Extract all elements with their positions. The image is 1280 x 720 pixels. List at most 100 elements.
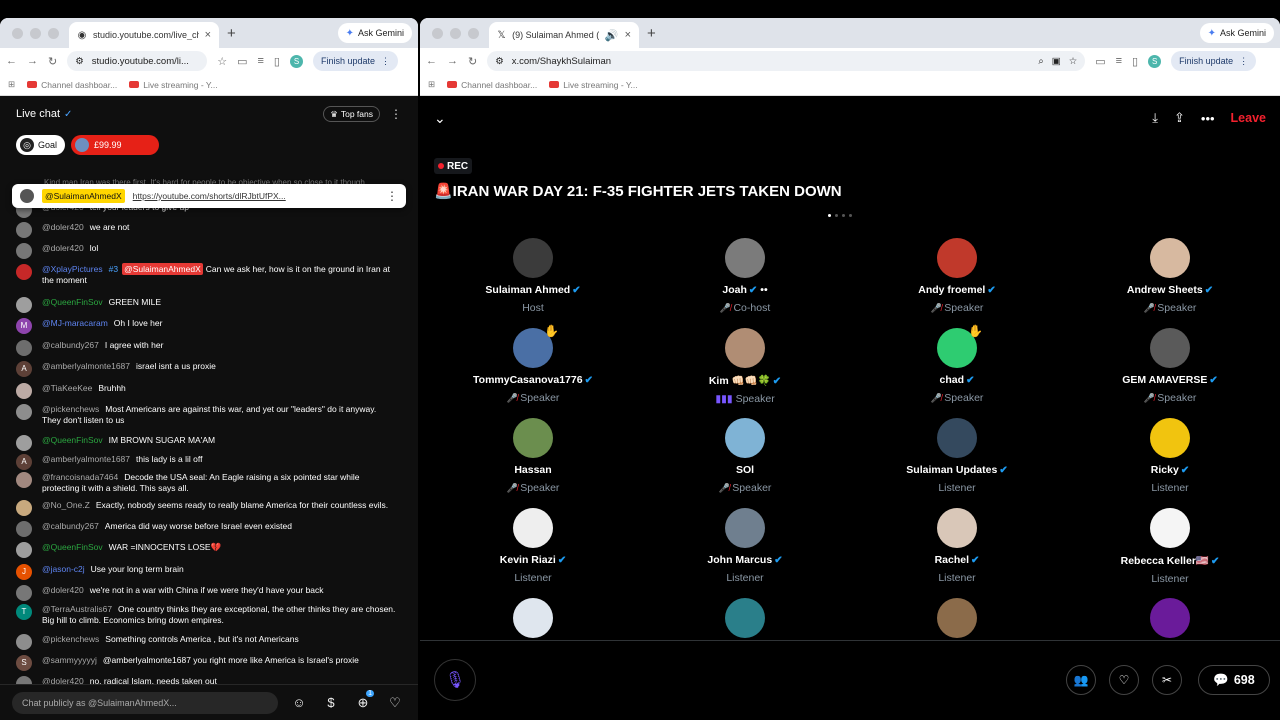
avatar[interactable]	[937, 508, 977, 548]
avatar[interactable]	[16, 243, 32, 259]
chat-message[interactable]: @francoisnada7464 Decode the USA seal: An…	[16, 472, 396, 494]
message-author[interactable]: @pickenchews	[42, 634, 99, 644]
address-bar[interactable]: ⚙ x.com/ShaykhSulaiman ⌕ ▣ ☆	[487, 51, 1086, 71]
chat-message[interactable]: T @TerraAustralis67 One country thinks the…	[16, 604, 396, 626]
chat-message[interactable]: @XplayPictures #3 @SulaimanAhmedX Can we as…	[16, 263, 396, 286]
avatar[interactable]	[725, 598, 765, 638]
chat-message[interactable]: @TiaKeeKee Bruhhh	[16, 383, 396, 399]
participant[interactable]	[1080, 598, 1260, 638]
pinned-link[interactable]: https://youtube.com/shorts/dlRJbtUfPX...	[133, 191, 378, 201]
back-icon[interactable]: ←	[426, 55, 437, 67]
reaction-button[interactable]: ♡	[1109, 665, 1139, 695]
chat-message[interactable]: @pickenchews Most Americans are against t…	[16, 404, 396, 426]
minimize-window-button[interactable]	[30, 27, 41, 39]
forward-icon[interactable]: →	[27, 55, 38, 67]
participant[interactable]: Hassan 🎤̸ Speaker	[443, 418, 623, 494]
chat-message[interactable]: @calbundy267 America did way worse before…	[16, 521, 396, 537]
participant[interactable]	[443, 598, 623, 638]
chat-message[interactable]: @No_One.Z Exactly, nobody seems ready to …	[16, 500, 396, 516]
close-window-button[interactable]	[12, 27, 23, 39]
message-author[interactable]: @calbundy267	[42, 340, 99, 350]
side-panel-icon[interactable]: ▯	[1132, 55, 1138, 68]
avatar[interactable]: M	[16, 318, 32, 334]
install-icon[interactable]: ▣	[1052, 56, 1061, 67]
zoom-window-button[interactable]	[48, 27, 59, 39]
bookmark-star-icon[interactable]: ☆	[217, 55, 227, 68]
new-tab-button[interactable]: +	[227, 25, 236, 42]
finish-update-button[interactable]: Finish update ⋮	[312, 51, 399, 71]
message-author[interactable]: @calbundy267	[42, 521, 99, 531]
chat-message[interactable]: @doler420 we're not in a war with China i…	[16, 585, 396, 601]
chat-message[interactable]: A @amberlyalmonte1687 israel isnt a us pro…	[16, 361, 396, 377]
message-author[interactable]: @XplayPictures	[42, 264, 103, 274]
share-icon[interactable]: ⇪	[1174, 110, 1185, 126]
avatar[interactable]	[1150, 508, 1190, 548]
close-window-button[interactable]	[432, 27, 443, 39]
message-author[interactable]: @sammyyyyyj	[42, 655, 97, 665]
more-menu-icon[interactable]: ⋮	[381, 56, 390, 67]
chat-options-icon[interactable]: ⋮	[390, 107, 402, 121]
profile-avatar[interactable]: S	[289, 54, 303, 68]
avatar[interactable]	[16, 585, 32, 601]
avatar[interactable]	[16, 404, 32, 420]
site-settings-icon[interactable]: ⚙	[495, 56, 504, 67]
avatar[interactable]: ✋	[513, 324, 559, 368]
avatar[interactable]	[16, 634, 32, 650]
participant[interactable]: Rachel ✔ Listener	[867, 508, 1047, 584]
participant[interactable]: Sulaiman Ahmed ✔ Host	[443, 238, 623, 314]
avatar[interactable]: A	[16, 361, 32, 377]
message-author[interactable]: @jason-c2j	[42, 564, 85, 574]
avatar[interactable]	[16, 222, 32, 238]
participant[interactable]: Andrew Sheets ✔ 🎤̸ Speaker	[1080, 238, 1260, 314]
reload-icon[interactable]: ↻	[48, 55, 57, 68]
comments-button[interactable]: 💬 698	[1198, 665, 1270, 695]
address-bar[interactable]: ⚙ studio.youtube.com/li...	[67, 51, 208, 71]
participant[interactable]: Rebecca Keller🇺🇸 ✔ Listener	[1080, 508, 1260, 585]
emoji-icon[interactable]: ☺	[288, 695, 310, 710]
avatar[interactable]	[937, 598, 977, 638]
participant[interactable]	[655, 598, 835, 638]
chat-message[interactable]: @calbundy267 I agree with her	[16, 340, 396, 356]
participant[interactable]: Kevin Riazi ✔ Listener	[443, 508, 623, 584]
avatar[interactable]	[1150, 238, 1190, 278]
avatar[interactable]: T	[16, 604, 32, 620]
message-author[interactable]: @doler420	[42, 243, 84, 253]
finish-update-button[interactable]: Finish update ⋮	[1171, 51, 1257, 71]
chat-message[interactable]: S @sammyyyyyj @amberlyalmonte1687 you righ…	[16, 655, 396, 671]
bookmark-channel-dashboard[interactable]: Channel dashboar...	[447, 80, 537, 90]
bookmark-live-streaming[interactable]: Live streaming - Y...	[549, 80, 638, 90]
message-author[interactable]: @No_One.Z	[42, 500, 90, 510]
reactions-icon[interactable]: ⊕ 1	[352, 689, 374, 711]
mention-chip[interactable]: @SulaimanAhmedX	[122, 263, 203, 275]
chat-message[interactable]: @QueenFinSov IM BROWN SUGAR MA'AM	[16, 435, 396, 451]
avatar[interactable]	[16, 500, 32, 516]
avatar[interactable]	[16, 435, 32, 451]
avatar[interactable]	[16, 472, 32, 488]
reload-icon[interactable]: ↻	[468, 55, 477, 68]
avatar[interactable]	[725, 508, 765, 548]
message-author[interactable]: @amberlyalmonte1687	[42, 361, 130, 371]
heart-icon[interactable]: ♡	[384, 695, 406, 711]
chat-message[interactable]: M @MJ-maracaram Oh I love her	[16, 318, 396, 334]
avatar[interactable]	[937, 238, 977, 278]
avatar[interactable]: ✋	[937, 324, 983, 368]
avatar[interactable]	[16, 383, 32, 399]
participant[interactable]: ✋ TommyCasanova1776 ✔ 🎤̸ Speaker	[443, 324, 623, 404]
reading-list-icon[interactable]: ≡	[1116, 55, 1122, 67]
live-chat-title[interactable]: Live chat ✓	[16, 108, 72, 120]
new-tab-button[interactable]: +	[647, 25, 656, 42]
browser-tab-x[interactable]: 𝕏 (9) Sulaiman Ahmed (@Sl 🔊 ×	[489, 22, 639, 48]
chat-input-field[interactable]: Chat publicly as @SulaimanAhmedX...	[12, 691, 278, 714]
cast-icon[interactable]: ▭	[1095, 55, 1105, 68]
message-author[interactable]: @francoisnada7464	[42, 472, 118, 482]
forward-icon[interactable]: →	[447, 55, 458, 67]
chat-message[interactable]: @pickenchews Something controls America ,…	[16, 634, 396, 650]
avatar[interactable]	[16, 340, 32, 356]
back-icon[interactable]: ←	[6, 55, 17, 67]
participant[interactable]: SOl 🎤̸ Speaker	[655, 418, 835, 494]
zoom-window-button[interactable]	[468, 27, 479, 39]
cast-icon[interactable]: ▭	[237, 55, 247, 68]
message-author[interactable]: @QueenFinSov	[42, 297, 103, 307]
participant[interactable]: John Marcus ✔ Listener	[655, 508, 835, 584]
avatar[interactable]	[16, 264, 32, 280]
